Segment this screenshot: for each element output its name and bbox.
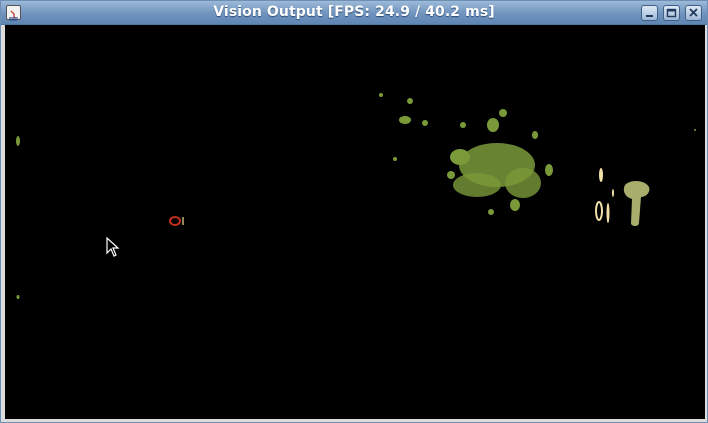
maximize-button[interactable] bbox=[663, 5, 680, 21]
cream-blobs bbox=[595, 168, 614, 223]
vision-output-canvas[interactable] bbox=[5, 25, 705, 419]
khaki-blob bbox=[623, 181, 650, 226]
vision-output-window: Vision Output [FPS: 24.9 / 40.2 ms] bbox=[0, 0, 708, 423]
window-title: Vision Output [FPS: 24.9 / 40.2 ms] bbox=[213, 4, 495, 20]
detection-overlay bbox=[16, 93, 696, 299]
mouse-pointer-icon bbox=[106, 237, 120, 257]
minimize-button[interactable] bbox=[641, 5, 658, 21]
close-icon bbox=[689, 8, 698, 17]
maximize-icon bbox=[666, 8, 677, 18]
close-button[interactable] bbox=[685, 5, 702, 21]
title-bar[interactable]: Vision Output [FPS: 24.9 / 40.2 ms] bbox=[1, 1, 707, 25]
minimize-icon bbox=[646, 15, 653, 17]
green-blob-cluster bbox=[16, 93, 696, 299]
red-blob bbox=[169, 216, 184, 226]
